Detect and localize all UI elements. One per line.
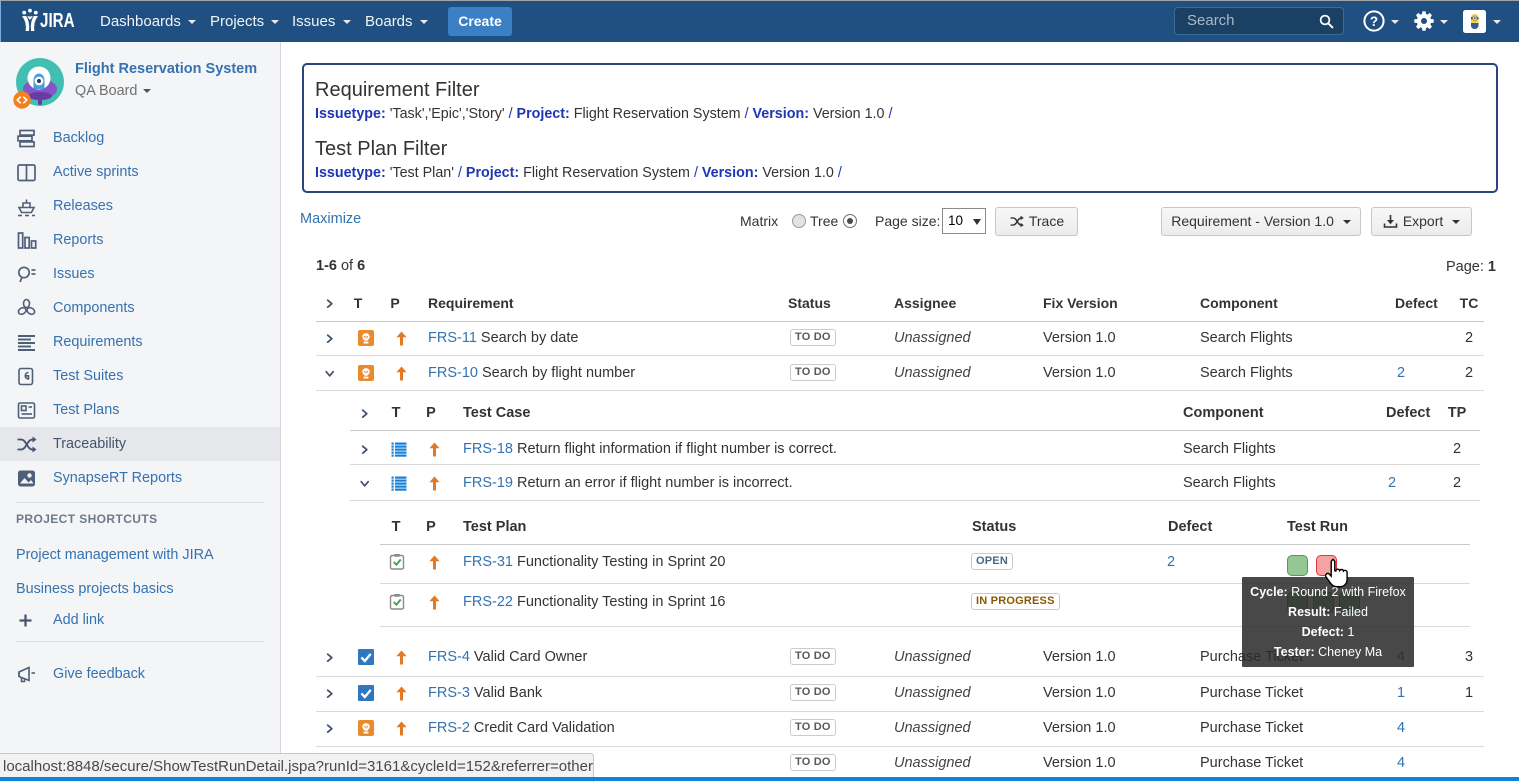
svg-text:?: ? — [1370, 14, 1378, 29]
